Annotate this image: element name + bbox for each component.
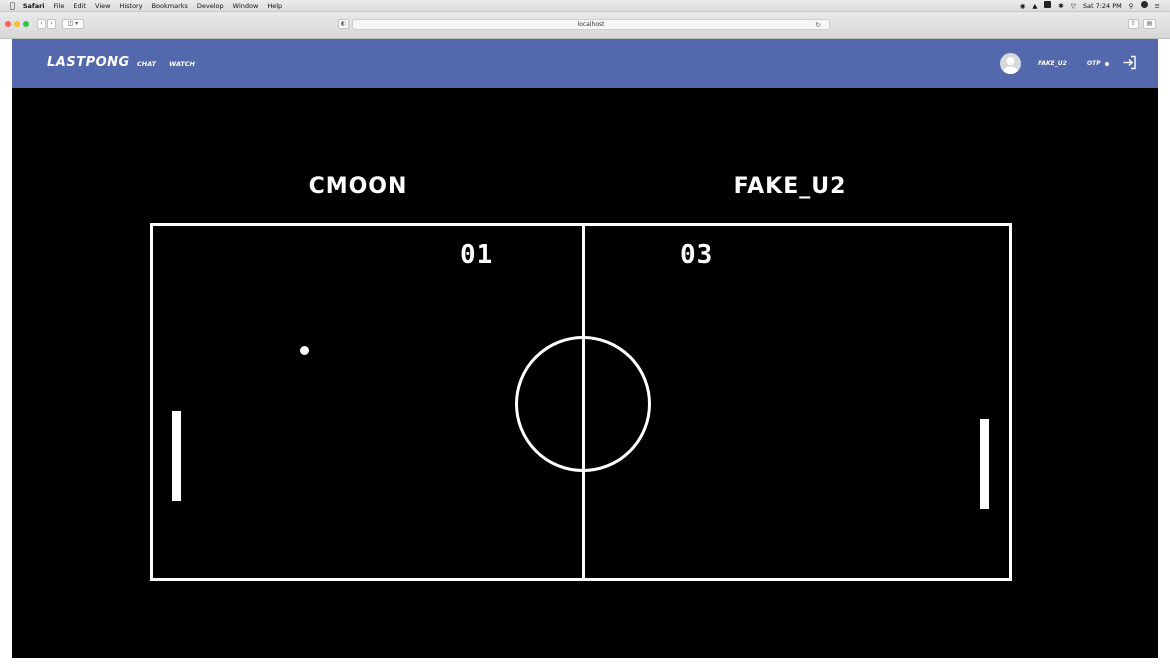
gamepad-icon[interactable]: ◉ bbox=[1020, 0, 1026, 12]
menu-history[interactable]: History bbox=[119, 0, 142, 12]
left-player-score: 01 bbox=[460, 240, 494, 270]
address-url: localhost bbox=[577, 21, 605, 28]
menu-develop[interactable]: Develop bbox=[197, 0, 224, 12]
current-user-name[interactable]: FAKE_U2 bbox=[1038, 60, 1067, 67]
close-window-icon[interactable] bbox=[5, 21, 11, 27]
menu-help[interactable]: Help bbox=[267, 0, 282, 12]
macos-menu-bar:  Safari File Edit View History Bookmark… bbox=[0, 0, 1170, 12]
right-player-name: FAKE_U2 bbox=[733, 174, 847, 199]
menu-edit[interactable]: Edit bbox=[73, 0, 86, 12]
reload-icon[interactable]: ↻ bbox=[815, 20, 821, 30]
nav-chat-link[interactable]: CHAT bbox=[137, 60, 156, 68]
left-paddle bbox=[172, 411, 181, 501]
spotlight-search-icon[interactable]: ⚲ bbox=[1129, 0, 1134, 12]
pong-field[interactable]: 01 03 bbox=[150, 223, 1012, 581]
back-button[interactable]: ‹ bbox=[37, 19, 46, 29]
avatar-person-icon bbox=[1003, 57, 1018, 74]
ball bbox=[300, 346, 309, 355]
app-logo[interactable]: LASTPONG bbox=[47, 55, 130, 70]
left-player-name: CMOON bbox=[308, 174, 408, 199]
user-avatar[interactable] bbox=[1000, 53, 1021, 74]
menu-window[interactable]: Window bbox=[233, 0, 259, 12]
share-button[interactable]: ⇧ bbox=[1128, 19, 1139, 29]
otp-toggle[interactable]: OTP bbox=[1087, 60, 1109, 67]
menu-bookmarks[interactable]: Bookmarks bbox=[152, 0, 188, 12]
menubar-clock[interactable]: Sat 7:24 PM bbox=[1083, 0, 1122, 12]
app-square-icon[interactable] bbox=[1044, 0, 1052, 12]
wifi-icon[interactable]: ▽ bbox=[1071, 0, 1076, 12]
game-area: CMOON FAKE_U2 01 03 bbox=[12, 88, 1158, 658]
otp-label: OTP bbox=[1087, 60, 1101, 67]
window-controls bbox=[5, 21, 32, 27]
app-header: LASTPONG CHAT WATCH FAKE_U2 OTP bbox=[12, 39, 1158, 88]
otp-status-dot bbox=[1104, 61, 1109, 66]
menu-view[interactable]: View bbox=[95, 0, 110, 12]
minimize-window-icon[interactable] bbox=[14, 21, 20, 27]
bluetooth-icon[interactable]: ✱ bbox=[1058, 0, 1063, 12]
siri-icon[interactable] bbox=[1140, 0, 1148, 12]
right-paddle bbox=[980, 419, 989, 509]
logout-icon[interactable] bbox=[1122, 55, 1137, 70]
apple-icon[interactable]:  bbox=[10, 0, 15, 12]
privacy-report-button[interactable]: ◐ bbox=[338, 19, 349, 29]
extension-icon[interactable]: ▲ bbox=[1032, 0, 1037, 12]
menu-file[interactable]: File bbox=[54, 0, 65, 12]
center-circle bbox=[515, 336, 651, 472]
maximize-window-icon[interactable] bbox=[23, 21, 29, 27]
menu-app-name[interactable]: Safari bbox=[23, 0, 45, 12]
menubar-tray: ◉ ▲ ✱ ▽ Sat 7:24 PM ⚲ ≡ bbox=[1013, 0, 1160, 12]
address-bar[interactable]: localhost ↻ bbox=[352, 19, 830, 30]
browser-toolbar: ‹ › ◫ ▾ ◐ localhost ↻ ⇧ ▤ bbox=[0, 12, 1170, 39]
tab-overview-button[interactable]: ▤ bbox=[1143, 19, 1156, 29]
sidebar-toggle-button[interactable]: ◫ ▾ bbox=[62, 19, 84, 29]
right-player-score: 03 bbox=[680, 240, 714, 270]
nav-watch-link[interactable]: WATCH bbox=[169, 60, 195, 68]
notification-center-icon[interactable]: ≡ bbox=[1155, 0, 1160, 12]
forward-button[interactable]: › bbox=[47, 19, 56, 29]
